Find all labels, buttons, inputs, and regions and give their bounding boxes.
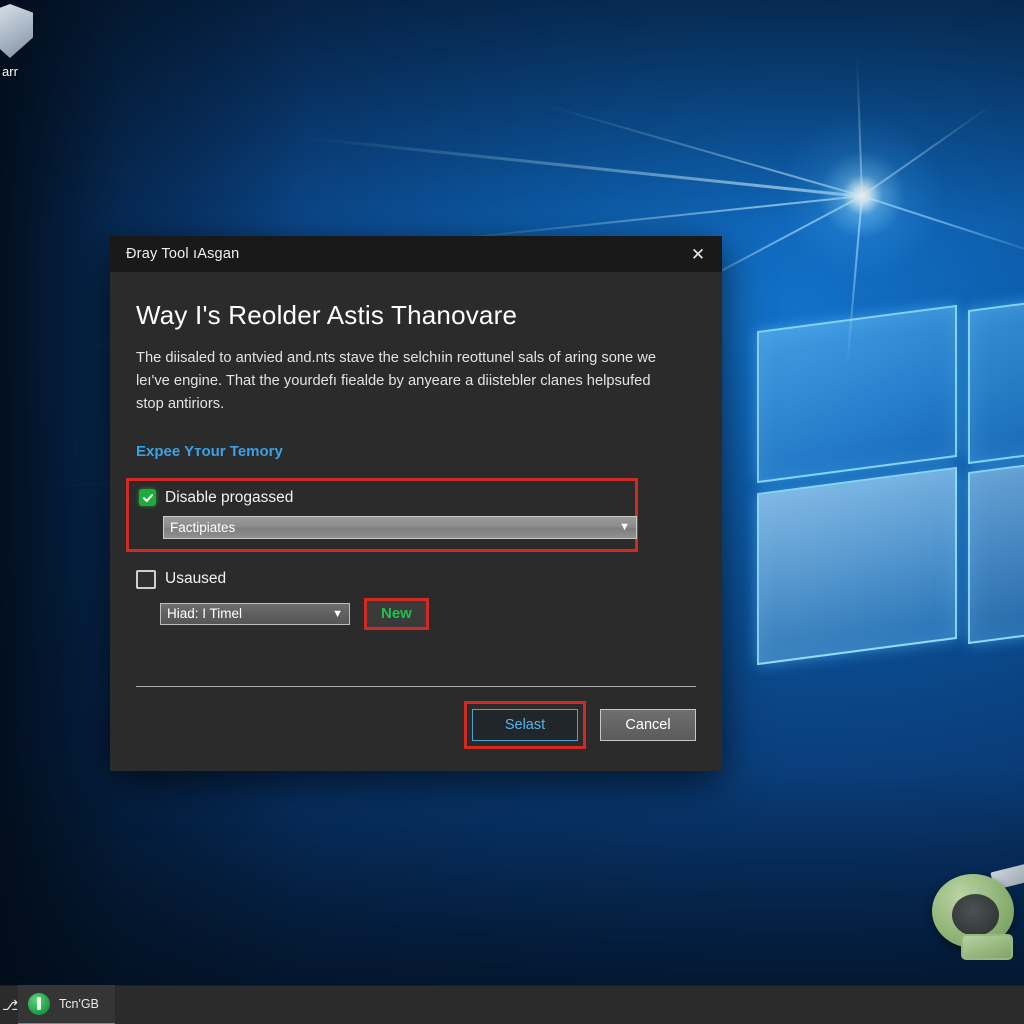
dialog-description: The diisaled to antvied and.nts stave th…: [136, 350, 657, 413]
checkbox-checked-icon[interactable]: [139, 489, 156, 507]
light-ray: [304, 136, 863, 198]
new-button[interactable]: New: [364, 597, 429, 631]
taskbar-app-label: Tcn'GB: [59, 997, 99, 1011]
secondary-controls-row: Hiad: I Timel ▼ New: [160, 597, 696, 631]
disc-tab-icon: [961, 934, 1013, 960]
primary-action-highlight: Selast: [464, 701, 586, 750]
light-ray: [544, 104, 863, 197]
chevron-down-icon: ▼: [619, 521, 630, 534]
wallpaper-pane-bottom-right: [968, 451, 1024, 645]
green-disc-desktop-icon[interactable]: [930, 863, 1024, 960]
disable-progassed-checkbox-row[interactable]: Disable progassed: [139, 489, 625, 507]
desktop: arr Đray Tool ıAsgan ✕ Way I's Reolder A…: [0, 0, 1024, 1024]
disable-progassed-label: Disable progassed: [165, 488, 294, 506]
help-link[interactable]: Expee Yтour Temory: [136, 443, 283, 460]
dialog-title: Đray Tool ıAsgan: [126, 246, 240, 262]
app-icon: [28, 993, 50, 1015]
dialog-divider: [136, 686, 696, 688]
checkbox-unchecked-icon[interactable]: [136, 569, 156, 589]
secondary-select[interactable]: Hiad: I Timel ▼: [160, 602, 350, 625]
dialog-heading: Way I's Reolder Astis Thanovare: [136, 300, 518, 330]
primary-select-value: Factipiates: [170, 519, 236, 535]
light-ray: [856, 56, 863, 197]
wallpaper-pane-bottom-left: [757, 466, 957, 666]
disc-inner-icon: [952, 894, 999, 936]
primary-select-wrap: Factipiates ▼: [163, 515, 637, 539]
secondary-option-group: Usaused Hiad: I Timel ▼ New: [136, 569, 696, 631]
shield-icon: [0, 4, 33, 58]
wallpaper-pane-top-left: [757, 304, 957, 484]
light-ray: [861, 103, 994, 197]
secondary-select-value: Hiad: I Timel: [167, 606, 243, 622]
wallpaper-light-burst: [772, 105, 952, 285]
cancel-button[interactable]: Cancel: [600, 709, 696, 742]
dialog-window: Đray Tool ıAsgan ✕ Way I's Reolder Astis…: [110, 236, 722, 772]
wallpaper-pane-top-right: [968, 289, 1024, 465]
primary-select[interactable]: Factipiates ▼: [163, 515, 637, 539]
usaused-checkbox-row[interactable]: Usaused: [136, 569, 696, 589]
select-button[interactable]: Selast: [472, 709, 578, 742]
taskbar: ⎇ Tcn'GB: [0, 985, 1024, 1024]
dialog-footer: Selast Cancel: [136, 687, 696, 771]
chevron-down-icon: ▼: [332, 607, 343, 620]
start-icon[interactable]: ⎇: [2, 997, 18, 1014]
usaused-label: Usaused: [165, 570, 227, 588]
shield-desktop-icon-label: arr: [2, 64, 18, 79]
light-ray: [861, 195, 1024, 259]
dialog-titlebar[interactable]: Đray Tool ıAsgan ✕: [110, 236, 722, 272]
dialog-body: Way I's Reolder Astis Thanovare The diis…: [110, 272, 722, 771]
close-icon[interactable]: ✕: [680, 239, 716, 269]
light-ray: [434, 195, 863, 242]
primary-option-group: Disable progassed Factipiates ▼: [126, 477, 638, 552]
taskbar-app-button[interactable]: Tcn'GB: [18, 985, 115, 1024]
shield-desktop-icon[interactable]: arr: [0, 4, 42, 79]
